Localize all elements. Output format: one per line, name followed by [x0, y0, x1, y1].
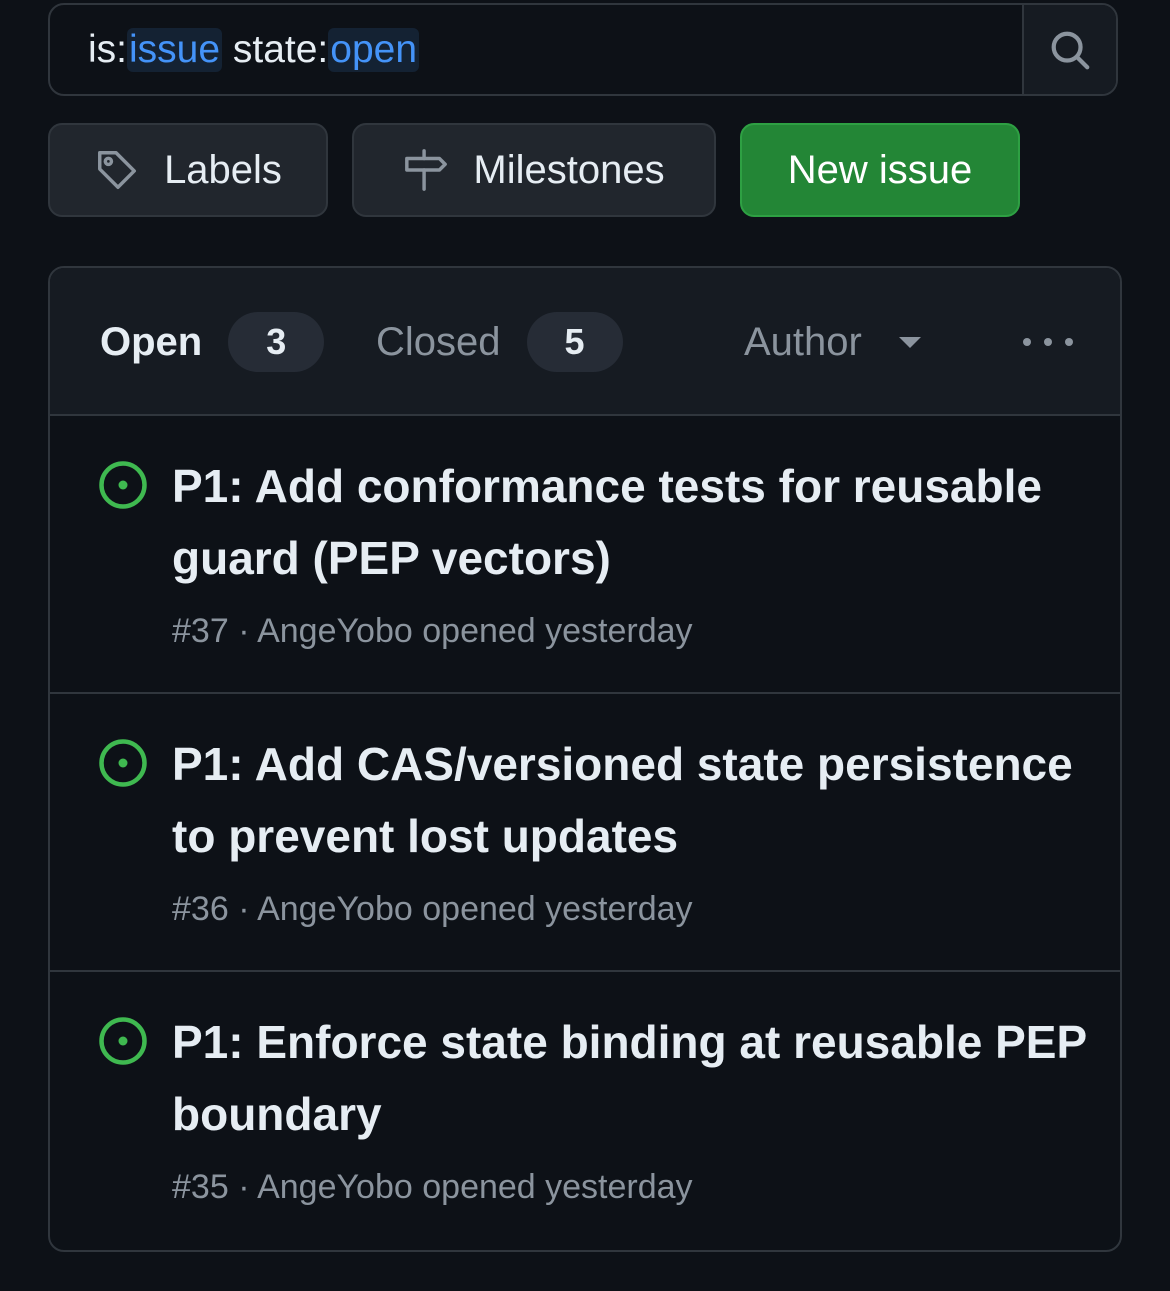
- new-issue-button-label: New issue: [787, 147, 973, 192]
- author-filter-dropdown[interactable]: Author: [744, 312, 922, 372]
- issue-number: #37: [172, 612, 229, 650]
- search-token-value: issue: [127, 27, 223, 72]
- issues-page: is: issue state: open Labels Milestones …: [0, 0, 1170, 1291]
- tag-icon: [94, 147, 140, 193]
- issue-meta: #36 · AngeYobo opened yesterday: [172, 890, 693, 929]
- milestones-button-label: Milestones: [473, 147, 665, 192]
- milestones-button[interactable]: Milestones: [352, 123, 716, 217]
- issue-row[interactable]: P1: Enforce state binding at reusable PE…: [50, 972, 1120, 1250]
- issue-author-link[interactable]: AngeYobo: [257, 1168, 413, 1206]
- search-token-qualifier: is:: [88, 27, 127, 71]
- closed-tab-label: Closed: [376, 319, 501, 364]
- author-filter-label: Author: [744, 319, 862, 364]
- issue-row[interactable]: P1: Add conformance tests for reusable g…: [50, 416, 1120, 694]
- issue-meta: #35 · AngeYobo opened yesterday: [172, 1168, 693, 1207]
- issue-search-bar: is: issue state: open: [48, 3, 1118, 96]
- issue-number: #36: [172, 890, 229, 928]
- issue-title-link[interactable]: P1: Enforce state binding at reusable PE…: [172, 1006, 1092, 1150]
- search-token-value: open: [328, 27, 420, 72]
- issue-status-text: opened yesterday: [422, 612, 693, 650]
- labels-button[interactable]: Labels: [48, 123, 328, 217]
- meta-separator: ·: [238, 612, 258, 650]
- issue-status-text: opened yesterday: [422, 890, 693, 928]
- issue-row[interactable]: P1: Add CAS/versioned state persistence …: [50, 694, 1120, 972]
- labels-button-label: Labels: [164, 147, 282, 192]
- issue-author-link[interactable]: AngeYobo: [257, 612, 413, 650]
- issue-title-link[interactable]: P1: Add CAS/versioned state persistence …: [172, 728, 1092, 872]
- search-button[interactable]: [1022, 5, 1116, 94]
- new-issue-button[interactable]: New issue: [740, 123, 1020, 217]
- meta-separator: ·: [238, 1168, 258, 1206]
- issue-title-link[interactable]: P1: Add conformance tests for reusable g…: [172, 450, 1092, 594]
- open-issues-tab[interactable]: Open 3: [100, 312, 325, 372]
- meta-separator: ·: [238, 890, 258, 928]
- issue-opened-icon: [98, 460, 148, 515]
- issue-list: Open 3 Closed 5 Author P1: Add conforman…: [48, 266, 1122, 1252]
- search-token-qualifier: state:: [222, 27, 329, 71]
- issue-author-link[interactable]: AngeYobo: [257, 890, 413, 928]
- open-tab-label: Open: [100, 319, 203, 364]
- search-input[interactable]: is: issue state: open: [50, 5, 1022, 94]
- more-options-button[interactable]: [1018, 312, 1078, 372]
- closed-count-badge: 5: [526, 312, 623, 372]
- open-count-badge: 3: [228, 312, 325, 372]
- milestone-icon: [403, 147, 449, 193]
- search-icon: [1047, 27, 1093, 73]
- issue-number: #35: [172, 1168, 229, 1206]
- issue-opened-icon: [98, 738, 148, 793]
- issue-status-text: opened yesterday: [422, 1168, 693, 1206]
- kebab-horizontal-icon: [1022, 336, 1074, 348]
- issue-meta: #37 · AngeYobo opened yesterday: [172, 612, 693, 651]
- closed-issues-tab[interactable]: Closed 5: [376, 312, 623, 372]
- issue-list-header: Open 3 Closed 5 Author: [50, 268, 1120, 416]
- caret-down-icon: [898, 335, 922, 349]
- issue-opened-icon: [98, 1016, 148, 1071]
